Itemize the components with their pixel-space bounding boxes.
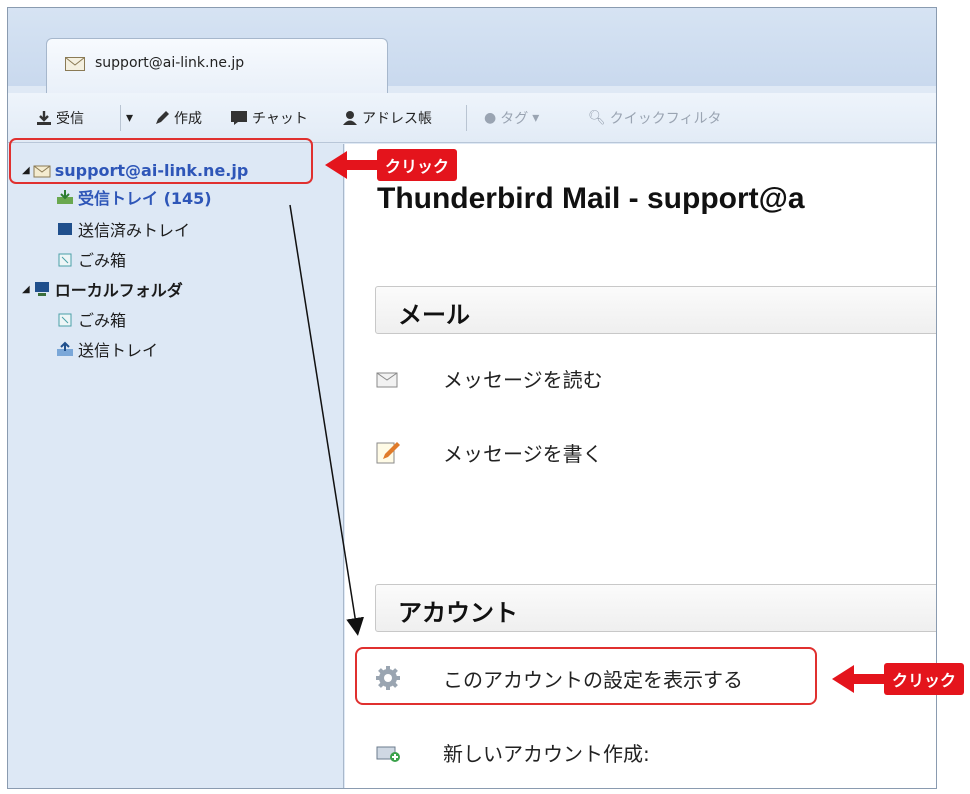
mail-section-title: メール bbox=[398, 301, 470, 329]
trash-label: ごみ箱 bbox=[78, 251, 127, 270]
settings-highlight-box bbox=[355, 647, 817, 705]
account-section-title: アカウント bbox=[398, 599, 518, 627]
tag-label: タグ bbox=[500, 111, 529, 127]
local-folders-label: ローカルフォルダ bbox=[54, 281, 183, 300]
trash-icon bbox=[58, 253, 72, 267]
new-account-action[interactable]: 新しいアカウント作成: bbox=[375, 736, 650, 768]
title-bar: support@ai-link.ne.jp bbox=[8, 8, 936, 94]
address-book-label: アドレス帳 bbox=[362, 111, 432, 127]
account-tab[interactable]: support@ai-link.ne.jp bbox=[46, 38, 388, 94]
new-account-icon bbox=[376, 746, 400, 762]
write-message-action[interactable]: メッセージを書く bbox=[375, 436, 603, 468]
chevron-down-icon: ▾ bbox=[126, 110, 134, 126]
tag-icon: ● bbox=[484, 110, 497, 126]
read-messages-action[interactable]: メッセージを読む bbox=[375, 362, 603, 394]
account-highlight-box bbox=[9, 138, 313, 184]
computer-icon bbox=[34, 282, 49, 296]
click-badge: クリック bbox=[377, 149, 458, 181]
download-icon bbox=[37, 111, 51, 125]
outbox-icon bbox=[57, 341, 73, 356]
folder-pane: ◢ support@ai-link.ne.jp 受信トレイ (145) 送信済み… bbox=[8, 144, 344, 788]
compose-button[interactable]: 作成 bbox=[154, 107, 202, 129]
folder-sent[interactable]: 送信済みトレイ bbox=[56, 218, 190, 240]
folder-local-trash[interactable]: ごみ箱 bbox=[56, 308, 126, 330]
expanded-twisty-icon: ◢ bbox=[22, 283, 30, 295]
inbox-icon bbox=[57, 190, 73, 204]
sent-label: 送信済みトレイ bbox=[78, 221, 191, 240]
chat-label: チャット bbox=[252, 111, 308, 127]
quick-filter-label: クイックフィルタ bbox=[609, 111, 722, 127]
mail-account-icon bbox=[65, 57, 85, 71]
chat-icon bbox=[231, 111, 247, 125]
left-arrow-icon bbox=[832, 665, 854, 693]
write-mail-icon bbox=[376, 442, 400, 464]
mail-section-header: メール bbox=[375, 286, 936, 334]
tab-label: support@ai-link.ne.jp bbox=[95, 55, 245, 71]
trash-icon bbox=[58, 313, 72, 327]
quick-filter-button[interactable]: 🔍︎ クイックフィルタ bbox=[588, 107, 722, 129]
folder-outbox[interactable]: 送信トレイ bbox=[56, 338, 158, 360]
outbox-label: 送信トレイ bbox=[78, 341, 159, 360]
chevron-down-icon: ▾ bbox=[532, 110, 540, 126]
local-trash-label: ごみ箱 bbox=[78, 311, 127, 330]
click-callout-account: クリック bbox=[325, 149, 458, 181]
read-mail-icon bbox=[376, 372, 398, 388]
left-arrow-icon bbox=[325, 151, 347, 179]
get-mail-label: 受信 bbox=[56, 111, 84, 127]
click-badge: クリック bbox=[884, 663, 965, 695]
pencil-icon bbox=[156, 111, 169, 124]
toolbar-separator bbox=[120, 105, 121, 131]
sent-folder-icon bbox=[58, 223, 72, 235]
main-toolbar: 受信 ▾ 作成 チャット アドレス帳 ● タグ ▾ 🔍︎ クイックフィルタ bbox=[8, 93, 936, 143]
new-account-label: 新しいアカウント作成: bbox=[443, 741, 650, 766]
toolbar-separator bbox=[466, 105, 467, 131]
chat-button[interactable]: チャット bbox=[230, 107, 308, 129]
contact-icon bbox=[343, 111, 357, 125]
page-title: Thunderbird Mail - support@a bbox=[377, 182, 805, 215]
tag-button[interactable]: ● タグ ▾ bbox=[484, 107, 539, 129]
compose-label: 作成 bbox=[174, 111, 202, 127]
get-mail-button[interactable]: 受信 bbox=[36, 107, 84, 129]
read-messages-label: メッセージを読む bbox=[443, 367, 603, 392]
folder-inbox[interactable]: 受信トレイ (145) bbox=[56, 186, 212, 208]
folder-trash[interactable]: ごみ箱 bbox=[56, 248, 126, 270]
search-icon: 🔍︎ bbox=[588, 110, 606, 126]
inbox-label: 受信トレイ (145) bbox=[78, 189, 212, 208]
click-callout-settings: クリック bbox=[832, 663, 965, 695]
get-mail-dropdown[interactable]: ▾ bbox=[126, 107, 133, 129]
account-section-header: アカウント bbox=[375, 584, 936, 632]
address-book-button[interactable]: アドレス帳 bbox=[342, 107, 432, 129]
folder-local[interactable]: ◢ ローカルフォルダ bbox=[22, 278, 183, 300]
write-message-label: メッセージを書く bbox=[443, 441, 603, 466]
